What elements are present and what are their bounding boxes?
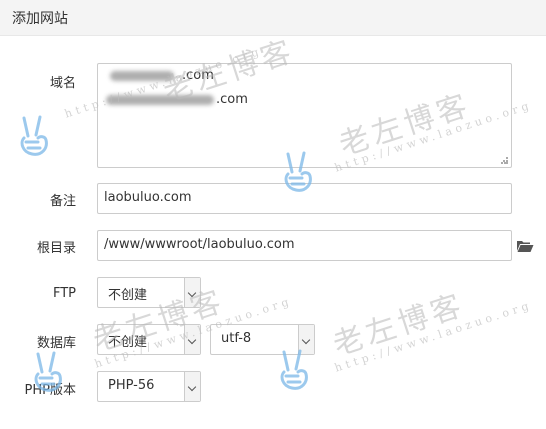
chevron-down-icon — [184, 278, 200, 307]
watermark: 老左博客 — [329, 287, 470, 363]
ftp-label: FTP — [52, 286, 76, 301]
remark-value: laobuluo.com — [104, 190, 192, 205]
watermark-url: http://www.laozuo.org — [333, 298, 534, 375]
ftp-selected: 不创建 — [108, 288, 148, 303]
database-select[interactable]: 不创建 — [97, 324, 201, 355]
redacted-domain-2 — [106, 95, 214, 105]
root-dir-input[interactable]: /www/wwwroot/laobuluo.com — [97, 230, 512, 261]
domain-textarea[interactable]: .com .com — [97, 63, 512, 168]
redacted-domain-1 — [110, 71, 174, 81]
charset-selected: utf-8 — [221, 331, 252, 346]
php-label: PHP版本 — [24, 383, 76, 398]
database-selected: 不创建 — [108, 335, 148, 350]
dialog-title: 添加网站 — [12, 11, 68, 27]
peace-hand-icon — [20, 115, 48, 156]
remark-label: 备注 — [49, 194, 76, 209]
chevron-down-icon — [298, 325, 314, 354]
database-label: 数据库 — [36, 336, 76, 351]
ftp-select[interactable]: 不创建 — [97, 277, 201, 308]
chevron-down-icon — [184, 325, 200, 354]
root-dir-label: 根目录 — [36, 241, 76, 256]
domain-line-2: .com — [216, 92, 248, 107]
php-select[interactable]: PHP-56 — [97, 371, 201, 402]
domain-line-1: .com — [182, 68, 214, 83]
dialog-title-bar: 添加网站 — [0, 0, 546, 36]
charset-select[interactable]: utf-8 — [210, 324, 315, 355]
root-dir-value: /www/wwwroot/laobuluo.com — [104, 237, 295, 252]
domain-label: 域名 — [49, 76, 76, 91]
php-selected: PHP-56 — [108, 378, 155, 393]
resize-grip-icon[interactable] — [501, 157, 508, 164]
remark-input[interactable]: laobuluo.com — [97, 183, 512, 214]
chevron-down-icon — [184, 372, 200, 401]
folder-open-icon[interactable] — [516, 239, 534, 253]
